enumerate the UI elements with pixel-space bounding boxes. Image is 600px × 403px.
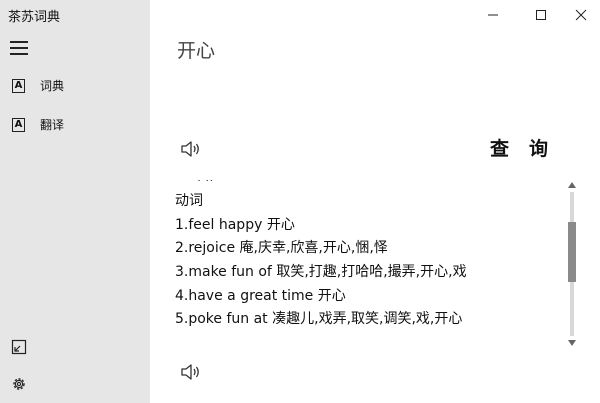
sidebar-item-translate[interactable]: A 翻译 [0, 107, 150, 143]
close-button[interactable] [558, 2, 600, 28]
query-button[interactable]: 查询 [490, 134, 568, 161]
app-title: 茶苏词典 [8, 10, 61, 25]
results-scrollbar[interactable] [566, 180, 578, 348]
speaker-icon[interactable] [180, 139, 202, 159]
scroll-up-icon[interactable] [568, 182, 576, 188]
sidebar: 茶苏词典 A 词典 A 翻译 [0, 0, 150, 403]
dictionary-icon: A [12, 79, 25, 93]
sidebar-item-label: 翻译 [40, 118, 65, 132]
results-panel: · ·· 动词 1.feel happy 开心 2.rejoice 庵,庆幸,欣… [175, 180, 565, 342]
scrollbar-thumb[interactable] [568, 222, 576, 282]
hamburger-menu-icon[interactable] [10, 41, 28, 55]
definition-item: 1.feel happy 开心 [175, 217, 295, 233]
minimize-button[interactable] [470, 2, 516, 28]
query-input[interactable]: 开心 [177, 36, 215, 63]
speaker-icon[interactable] [180, 362, 202, 382]
main-panel: 开心 查询 · ·· 动词 1.feel happy 开心 2.rejoice … [150, 0, 600, 403]
definition-item: 4.have a great time 开心 [175, 288, 346, 304]
gear-icon[interactable] [11, 376, 27, 392]
part-of-speech: 动词 [175, 193, 203, 209]
minimize-icon [488, 14, 498, 16]
definition-item: 5.poke fun at 凑趣儿,戏弄,取笑,调笑,戏,开心 [175, 311, 463, 327]
maximize-icon [536, 10, 546, 20]
expand-icon[interactable] [11, 339, 27, 355]
definition-item: 2.rejoice 庵,庆幸,欣喜,开心,悃,怿 [175, 240, 388, 256]
scrolled-text-fragment: · ·· [197, 180, 214, 189]
sidebar-item-dictionary[interactable]: A 词典 [0, 68, 150, 104]
sidebar-item-label: 词典 [40, 79, 65, 93]
scroll-down-icon[interactable] [568, 340, 576, 346]
translate-icon: A [12, 118, 25, 132]
close-icon [575, 9, 587, 21]
definition-item: 3.make fun of 取笑,打趣,打哈哈,撮弄,开心,戏 [175, 264, 467, 280]
